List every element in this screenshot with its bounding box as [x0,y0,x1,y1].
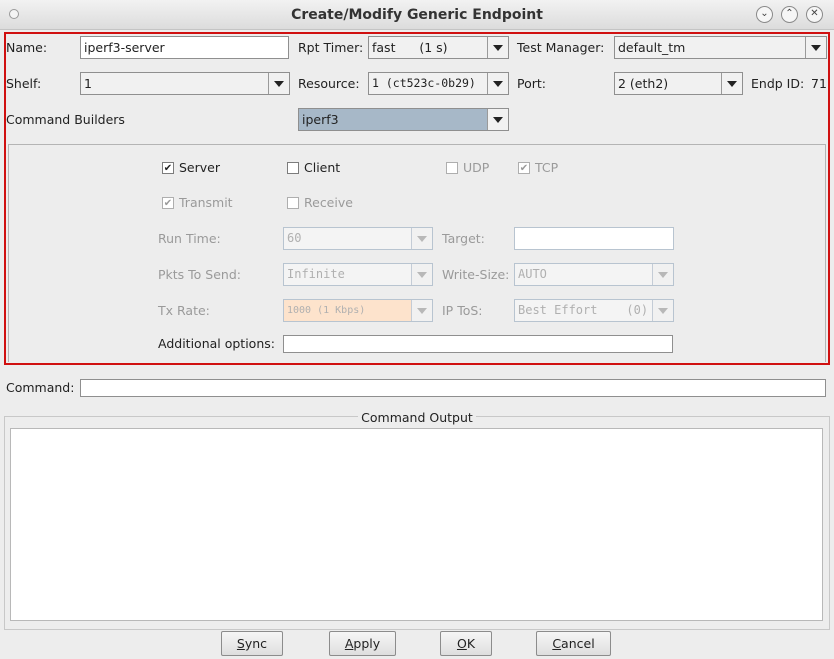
name-input[interactable]: iperf3-server [80,36,289,59]
ip-tos-select[interactable]: Best Effort (0) [514,299,674,322]
rpt-timer-select[interactable]: fast (1 s) [368,36,509,59]
run-time-label: Run Time: [158,231,221,246]
sync-mnemonic: S [236,636,245,651]
chevron-down-icon [487,37,508,58]
endp-id-value: 71 [811,76,827,91]
chevron-down-icon [268,73,289,94]
command-builders-select[interactable]: iperf3 [298,108,509,131]
run-time-value: 60 [287,231,302,245]
test-manager-select[interactable]: default_tm [614,36,827,59]
cancel-mnemonic: C [552,636,562,651]
rpt-timer-value: fast (1 s) [372,40,448,55]
port-select[interactable]: 2 (eth2) [614,72,743,95]
apply-label: pply [353,636,381,651]
receive-label: Receive [304,195,353,210]
ip-tos-value: Best Effort (0) [518,303,649,317]
command-output-label: Command Output [0,410,834,426]
tx-rate-label: Tx Rate: [158,303,210,318]
minimize-icon[interactable]: ⌄ [756,6,773,23]
write-size-value: AUTO [518,267,547,281]
rpt-timer-label: Rpt Timer: [298,40,364,55]
ip-tos-label: IP ToS: [442,303,483,318]
client-label: Client [304,160,341,175]
client-checkbox[interactable] [287,162,299,174]
additional-options-label: Additional options: [158,336,275,351]
write-size-select[interactable]: AUTO [514,263,674,286]
name-label: Name: [6,40,48,55]
tx-rate-select[interactable]: 1000 (1 Kbps) [283,299,433,322]
shelf-value: 1 [84,76,92,91]
port-label: Port: [517,76,546,91]
ok-button[interactable]: OK [440,631,492,656]
target-label: Target: [442,231,485,246]
cancel-label: ancel [561,636,595,651]
udp-checkbox[interactable] [446,162,458,174]
maximize-icon[interactable]: ⌃ [781,6,798,23]
target-input[interactable] [514,227,674,250]
apply-button[interactable]: Apply [329,631,396,656]
run-time-select[interactable]: 60 [283,227,433,250]
resource-value: 1 (ct523c-0b29) [372,76,476,90]
pkts-to-send-label: Pkts To Send: [158,267,241,282]
test-manager-label: Test Manager: [517,40,605,55]
sync-label: ync [244,636,268,651]
close-icon[interactable]: ✕ [806,6,823,23]
command-input[interactable] [80,379,826,397]
chevron-down-icon [721,73,742,94]
udp-label: UDP [463,160,490,175]
test-manager-value: default_tm [618,40,686,55]
tx-rate-value: 1000 (1 Kbps) [287,305,366,316]
command-output-area[interactable] [10,428,823,621]
resource-label: Resource: [298,76,360,91]
sync-button[interactable]: Sync [221,631,283,656]
additional-options-input[interactable] [283,335,673,353]
server-label: Server [179,160,220,175]
command-builders-value: iperf3 [302,112,339,127]
chevron-down-icon [652,264,673,285]
window-title: Create/Modify Generic Endpoint [291,7,543,23]
endp-id-label: Endp ID: [751,76,805,91]
builder-panel [8,144,826,362]
receive-checkbox[interactable] [287,197,299,209]
transmit-label: Transmit [179,195,233,210]
command-label: Command: [6,380,75,395]
chevron-down-icon [487,73,508,94]
transmit-checkbox[interactable]: ✔ [162,197,174,209]
cancel-button[interactable]: Cancel [536,631,611,656]
ok-label: K [466,636,476,651]
ok-mnemonic: O [456,636,467,651]
shelf-select[interactable]: 1 [80,72,290,95]
port-value: 2 (eth2) [618,76,669,91]
shelf-label: Shelf: [6,76,42,91]
command-builders-label: Command Builders [6,112,125,127]
tcp-checkbox[interactable]: ✔ [518,162,530,174]
chevron-down-icon [487,109,508,130]
write-size-label: Write-Size: [442,267,510,282]
pkts-to-send-value: Infinite [287,267,345,281]
chevron-down-icon [652,300,673,321]
chevron-down-icon [411,300,432,321]
command-output-title: Command Output [358,410,476,425]
tcp-label: TCP [535,160,559,175]
chevron-down-icon [805,37,826,58]
pkts-to-send-select[interactable]: Infinite [283,263,433,286]
resource-select[interactable]: 1 (ct523c-0b29) [368,72,509,95]
chevron-down-icon [411,264,432,285]
server-checkbox[interactable]: ✔ [162,162,174,174]
chevron-down-icon [411,228,432,249]
